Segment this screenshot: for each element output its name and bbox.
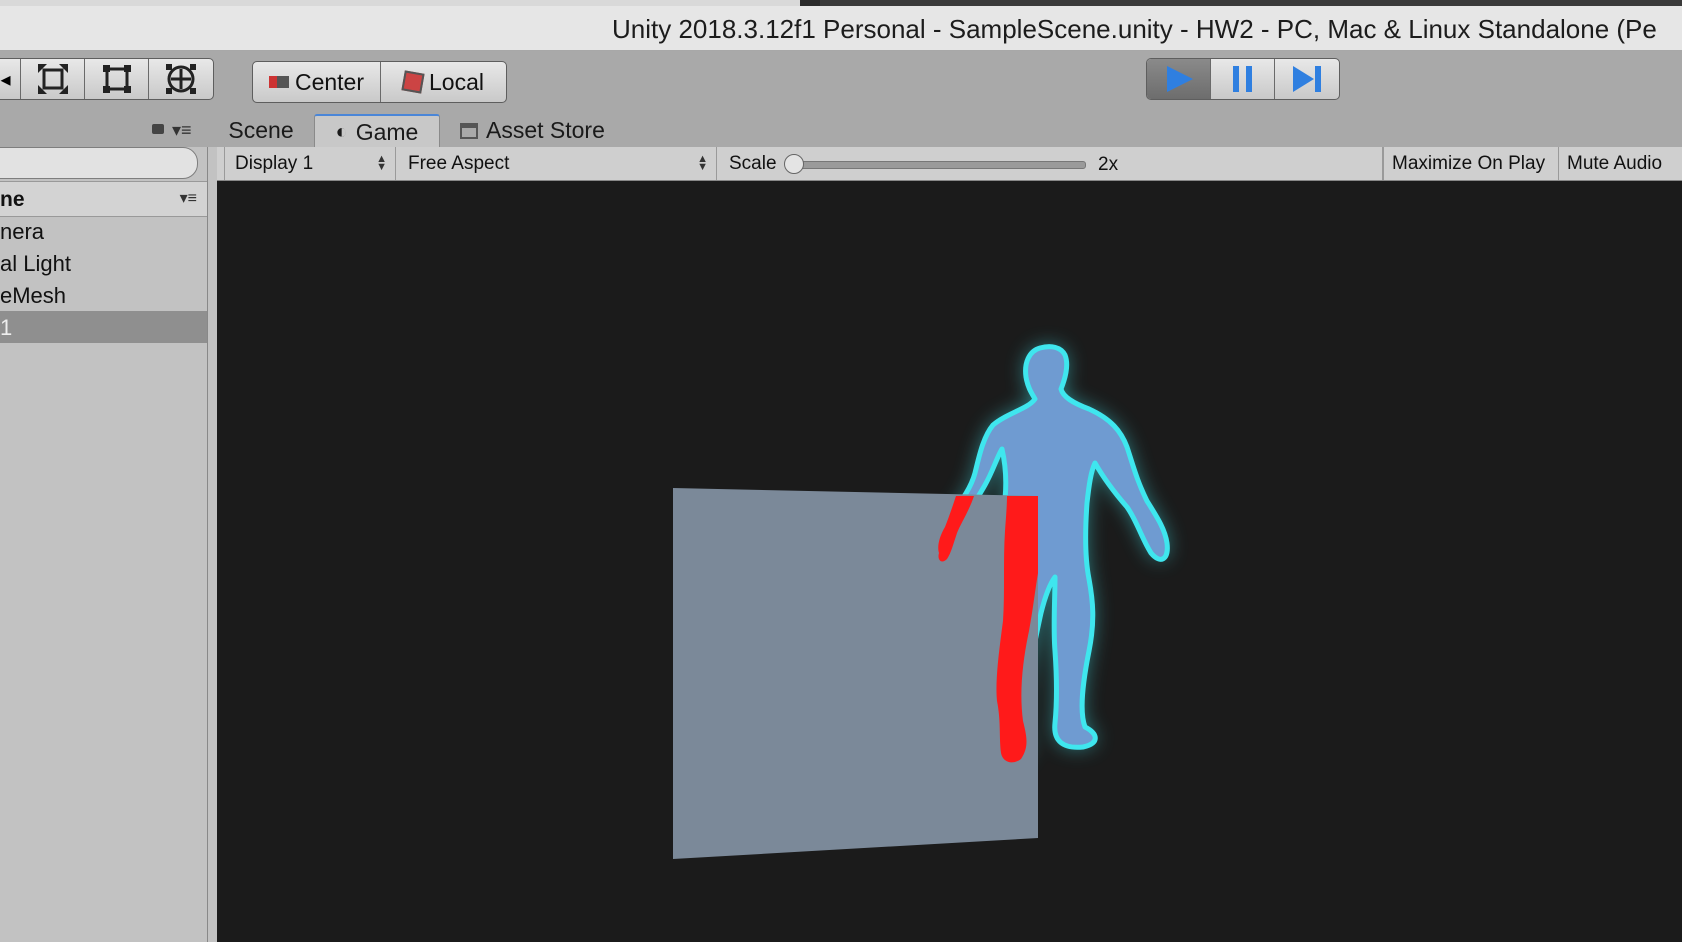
hierarchy-scene-header[interactable]: ne ▾≡ bbox=[0, 181, 207, 217]
hierarchy-panel: ne ▾≡ nera al Light eMesh 1 bbox=[0, 147, 208, 942]
tab-game[interactable]: ◐ Game bbox=[314, 114, 440, 149]
clipping-plane bbox=[673, 488, 1038, 859]
scene-menu-icon[interactable]: ▾≡ bbox=[180, 188, 197, 208]
move-tool-icon bbox=[37, 64, 68, 94]
pause-button[interactable] bbox=[1211, 59, 1275, 99]
hierarchy-item-selected[interactable]: 1 bbox=[0, 311, 207, 343]
game-view-toolbar: Display 1 ▲ ▼ Free Aspect ▲ ▼ Scale 2x Max… bbox=[217, 147, 1682, 181]
maximize-label: Maximize On Play bbox=[1392, 152, 1546, 174]
play-controls bbox=[1146, 58, 1340, 100]
hierarchy-search-input[interactable] bbox=[0, 147, 198, 179]
hierarchy-item[interactable]: nera bbox=[0, 215, 207, 247]
hierarchy-item-label: al Light bbox=[0, 251, 71, 276]
hierarchy-item-label: 1 bbox=[0, 315, 13, 340]
rect-tool-button[interactable] bbox=[85, 59, 149, 99]
play-button[interactable] bbox=[1147, 59, 1211, 99]
scale-value: 2x bbox=[1098, 154, 1119, 175]
title-bar: Unity 2018.3.12f1 Personal - SampleScene… bbox=[0, 6, 1682, 51]
gamebar-edge bbox=[217, 147, 225, 180]
rect-tool-icon bbox=[102, 65, 131, 93]
tab-label: Scene bbox=[228, 117, 294, 143]
scale-control: Scale 2x bbox=[717, 147, 1383, 180]
tab-scene[interactable]: Scene bbox=[222, 114, 300, 147]
pivot-icon bbox=[268, 76, 289, 88]
store-icon bbox=[460, 122, 478, 139]
pivot-local-button[interactable]: Local bbox=[381, 62, 506, 102]
transform-tool-icon bbox=[166, 64, 196, 94]
display-label: Display 1 bbox=[235, 152, 314, 174]
hierarchy-item-label: eMesh bbox=[0, 283, 67, 308]
pivot-center-button[interactable]: Center bbox=[253, 62, 381, 102]
hierarchy-item[interactable]: eMesh bbox=[0, 279, 207, 311]
scene-render bbox=[673, 344, 1170, 859]
mute-audio-toggle[interactable]: Mute Audio bbox=[1559, 147, 1682, 180]
play-icon bbox=[1166, 66, 1193, 92]
transform-tools: ◂ bbox=[0, 58, 214, 100]
tab-label: Game bbox=[355, 119, 419, 145]
game-icon: ◐ bbox=[335, 121, 348, 143]
lock-icon[interactable] bbox=[152, 124, 164, 134]
transform-tool-button[interactable] bbox=[149, 59, 213, 99]
pivot-controls: Center Local bbox=[252, 61, 507, 103]
display-dropdown[interactable]: Display 1 ▲ ▼ bbox=[225, 147, 396, 180]
window-title: Unity 2018.3.12f1 Personal - SampleScene… bbox=[612, 14, 1657, 44]
pivot-label: Center bbox=[294, 68, 365, 95]
aspect-label: Free Aspect bbox=[408, 152, 510, 174]
scene-name: ne bbox=[0, 188, 25, 211]
hand-tool-icon: ◂ bbox=[0, 68, 11, 91]
scale-slider-track[interactable] bbox=[789, 161, 1086, 169]
scale-label: Scale bbox=[729, 152, 777, 174]
maximize-on-play-toggle[interactable]: Maximize On Play bbox=[1383, 147, 1559, 180]
main-toolbar: ◂ Center Local bbox=[0, 51, 1682, 112]
tab-label: Asset Store bbox=[486, 117, 605, 143]
mute-label: Mute Audio bbox=[1567, 152, 1663, 174]
chevron-updown-icon: ▲ ▼ bbox=[697, 153, 708, 173]
panel-menu-icon[interactable]: ▾≡ bbox=[172, 120, 192, 141]
step-button[interactable] bbox=[1275, 59, 1339, 99]
hand-tool-button[interactable]: ◂ bbox=[0, 59, 21, 99]
scale-slider-thumb[interactable] bbox=[784, 154, 804, 174]
space-label: Local bbox=[429, 68, 484, 95]
step-icon bbox=[1293, 66, 1321, 92]
cube-icon bbox=[401, 70, 425, 94]
tab-row: ▾≡ Scene ◐ Game Asset Store bbox=[0, 112, 1682, 149]
hierarchy-item[interactable]: al Light bbox=[0, 247, 207, 279]
aspect-dropdown[interactable]: Free Aspect ▲ ▼ bbox=[396, 147, 717, 180]
game-viewport[interactable] bbox=[217, 181, 1682, 942]
chevron-updown-icon: ▲ ▼ bbox=[376, 153, 387, 173]
move-tool-button[interactable] bbox=[21, 59, 85, 99]
hierarchy-item-label: nera bbox=[0, 219, 45, 244]
pause-icon bbox=[1232, 66, 1252, 92]
tab-asset-store[interactable]: Asset Store bbox=[460, 114, 620, 147]
